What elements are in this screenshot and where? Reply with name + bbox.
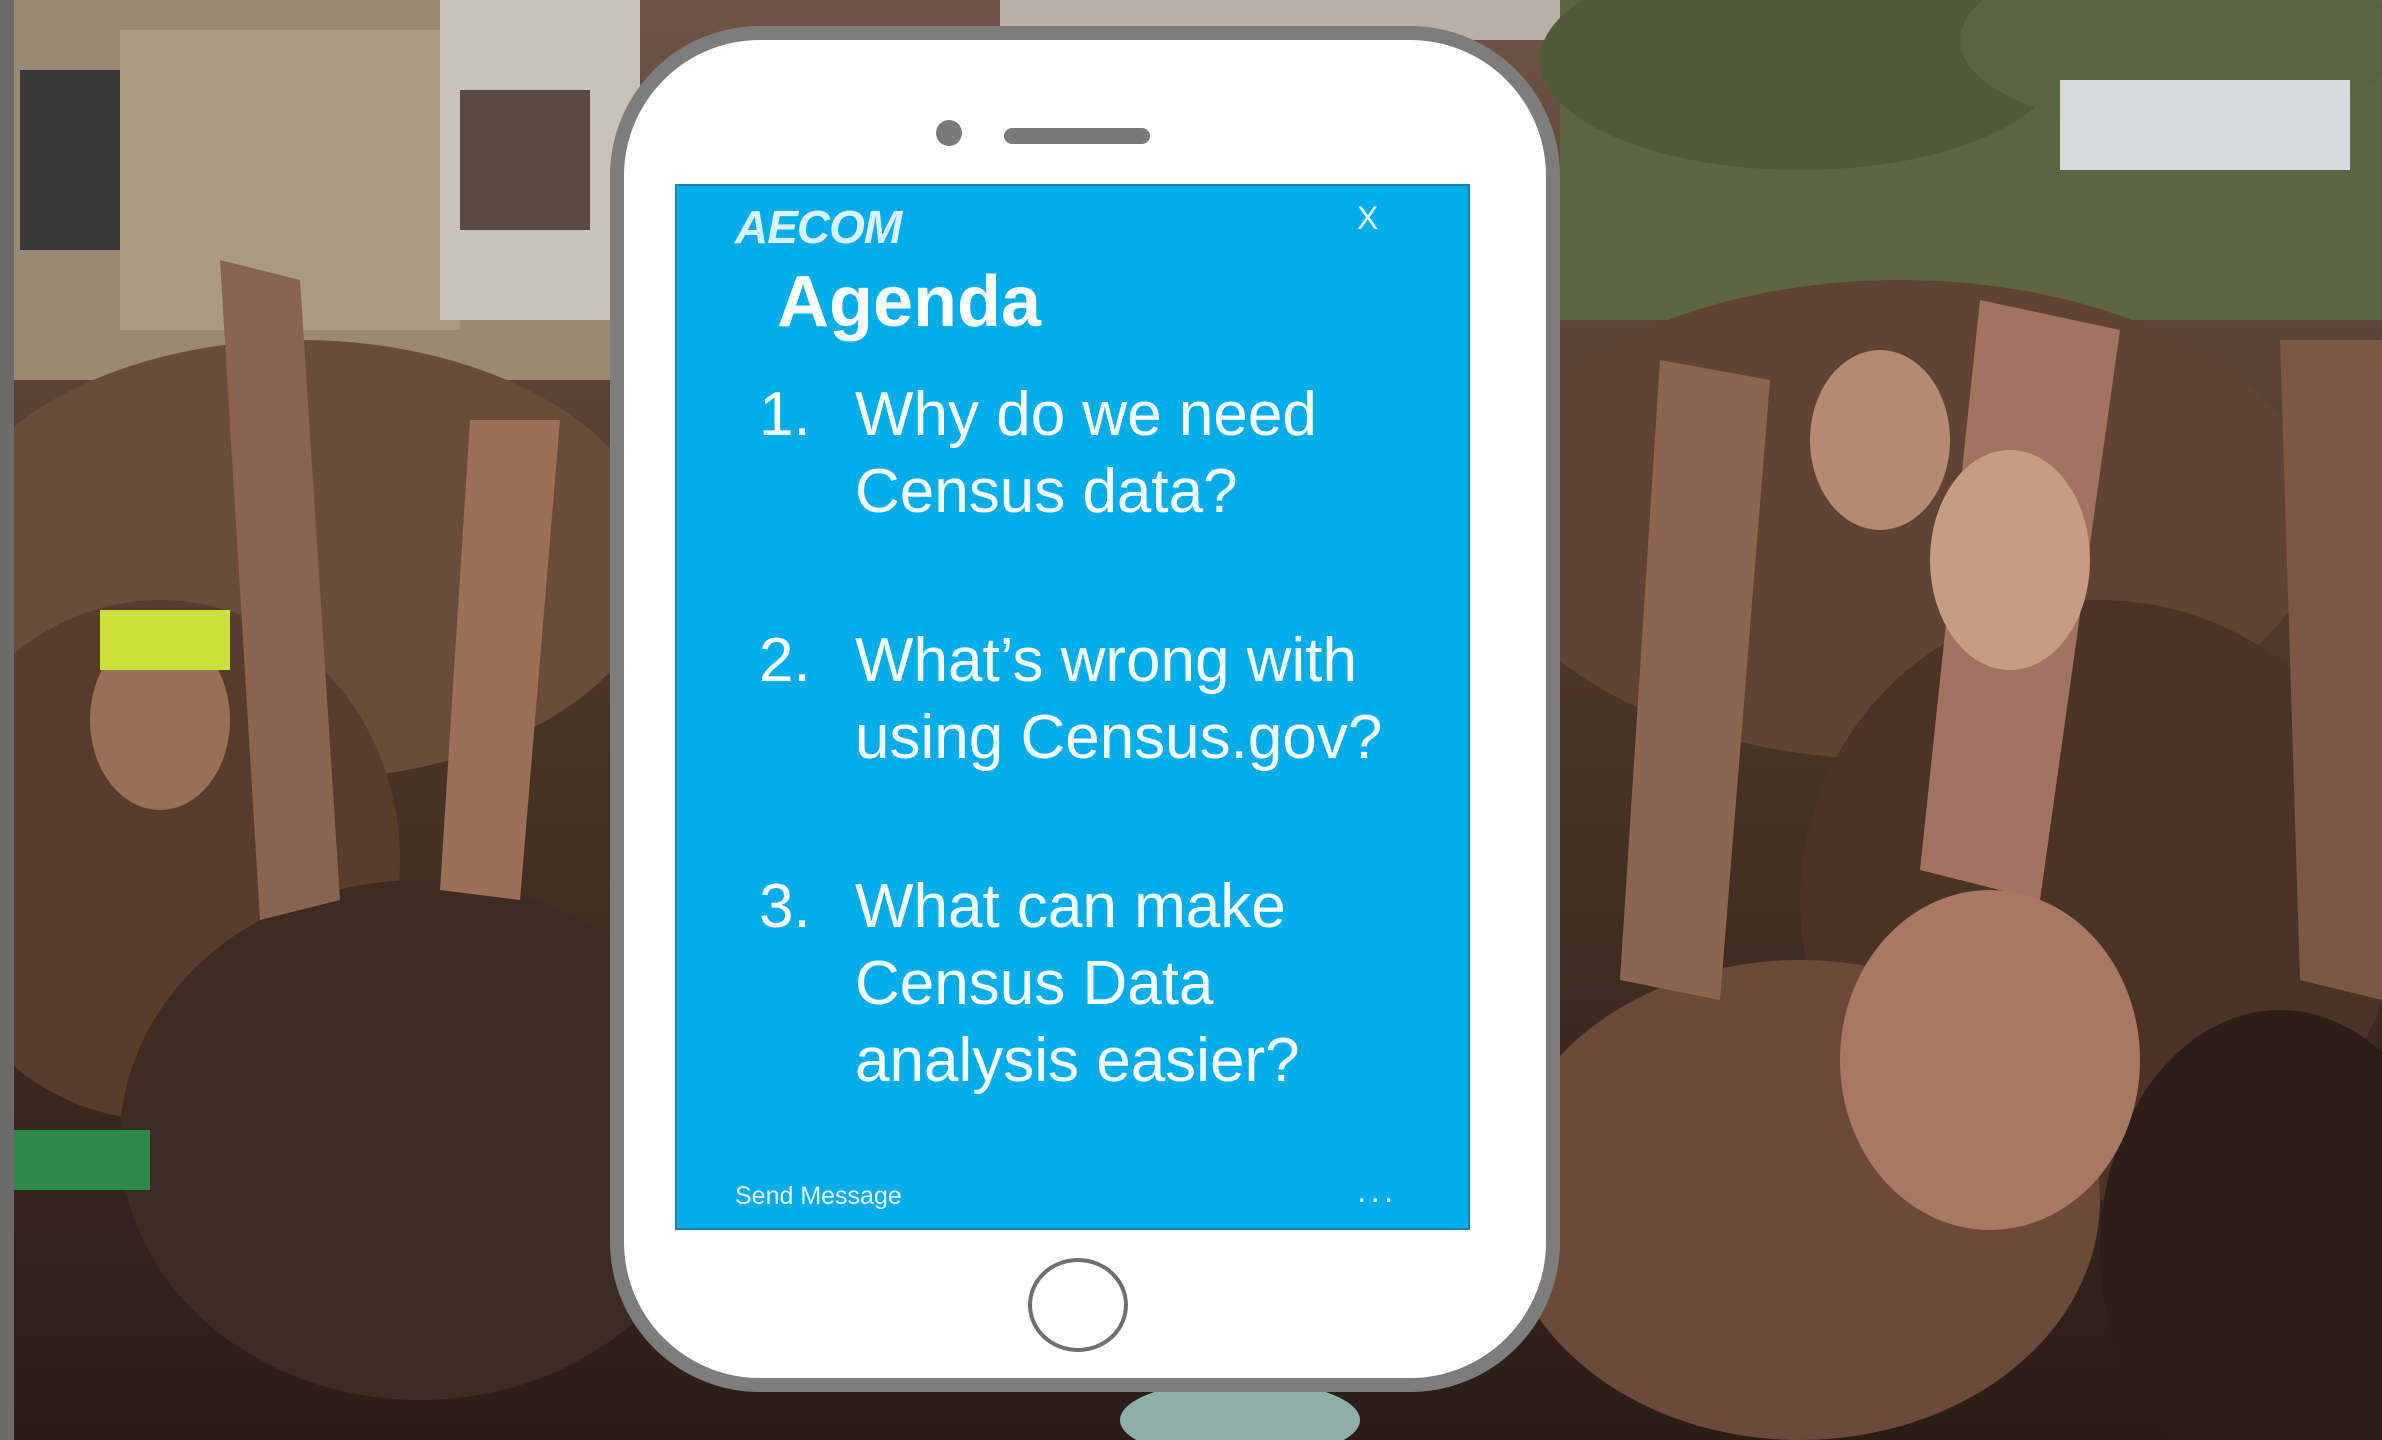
agenda-item: 2. What’s wrong with using Census.gov? xyxy=(759,622,1459,776)
agenda-item-line: What’s wrong with xyxy=(855,626,1357,695)
phone-speaker xyxy=(1004,128,1150,144)
phone-camera xyxy=(936,120,962,146)
aecom-logo: AECOM xyxy=(735,201,902,253)
agenda-item-line: analysis easier? xyxy=(855,1026,1300,1095)
agenda-item-number: 1. xyxy=(759,380,811,449)
send-message-button[interactable]: Send Message xyxy=(735,1182,902,1211)
phone-screen: AECOM X Agenda 1. Why do we need Census … xyxy=(675,184,1470,1230)
agenda-item-line: using Census.gov? xyxy=(855,703,1383,772)
agenda-list: 1. Why do we need Census data? 2. What’s… xyxy=(759,376,1459,1099)
left-edge-rule xyxy=(0,0,14,1440)
agenda-item-number: 3. xyxy=(759,872,811,941)
slide-canvas: AECOM X Agenda 1. Why do we need Census … xyxy=(0,0,2382,1440)
agenda-item-line: Census data? xyxy=(855,457,1238,526)
agenda-title: Agenda xyxy=(777,262,1042,342)
close-button[interactable]: X xyxy=(1357,200,1378,237)
agenda-item: 1. Why do we need Census data? xyxy=(759,376,1459,530)
agenda-item: 3. What can make Census Data analysis ea… xyxy=(759,868,1459,1099)
agenda-item-line: Why do we need xyxy=(855,380,1317,449)
agenda-item-number: 2. xyxy=(759,626,811,695)
home-button[interactable] xyxy=(1028,1258,1128,1352)
more-options-icon[interactable]: ... xyxy=(1357,1172,1397,1211)
agenda-item-line: What can make xyxy=(855,872,1286,941)
agenda-item-line: Census Data xyxy=(855,949,1214,1018)
